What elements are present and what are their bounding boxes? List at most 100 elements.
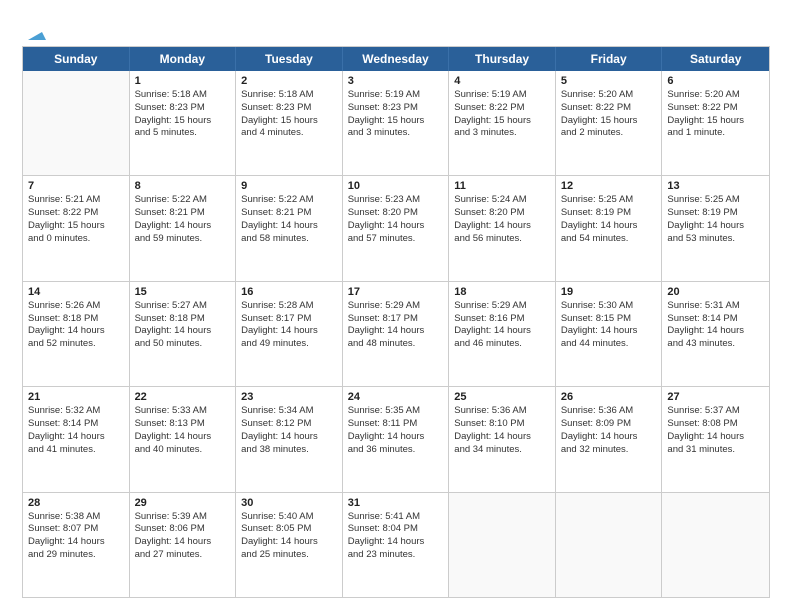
- day-number: 22: [135, 391, 231, 403]
- cell-line1: Sunrise: 5:21 AM: [28, 194, 124, 207]
- cell-line2: Sunset: 8:14 PM: [667, 313, 764, 326]
- header-day-thursday: Thursday: [449, 47, 556, 71]
- calendar-cell-r2c0: 14Sunrise: 5:26 AMSunset: 8:18 PMDayligh…: [23, 282, 130, 386]
- cell-line2: Sunset: 8:14 PM: [28, 418, 124, 431]
- calendar-cell-r4c5: [556, 493, 663, 597]
- day-number: 2: [241, 75, 337, 87]
- day-number: 16: [241, 286, 337, 298]
- calendar-cell-r4c3: 31Sunrise: 5:41 AMSunset: 8:04 PMDayligh…: [343, 493, 450, 597]
- calendar-cell-r0c2: 2Sunrise: 5:18 AMSunset: 8:23 PMDaylight…: [236, 71, 343, 175]
- day-number: 29: [135, 497, 231, 509]
- cell-line4: and 57 minutes.: [348, 233, 444, 246]
- cell-line2: Sunset: 8:07 PM: [28, 523, 124, 536]
- cell-line1: Sunrise: 5:28 AM: [241, 300, 337, 313]
- cell-line1: Sunrise: 5:18 AM: [135, 89, 231, 102]
- day-number: 31: [348, 497, 444, 509]
- cell-line3: Daylight: 14 hours: [561, 325, 657, 338]
- cell-line3: Daylight: 14 hours: [454, 220, 550, 233]
- calendar-cell-r1c0: 7Sunrise: 5:21 AMSunset: 8:22 PMDaylight…: [23, 176, 130, 280]
- calendar-row-4: 28Sunrise: 5:38 AMSunset: 8:07 PMDayligh…: [23, 493, 769, 597]
- day-number: 10: [348, 180, 444, 192]
- cell-line3: Daylight: 15 hours: [241, 115, 337, 128]
- day-number: 15: [135, 286, 231, 298]
- cell-line2: Sunset: 8:16 PM: [454, 313, 550, 326]
- header: [22, 18, 770, 40]
- cell-line4: and 36 minutes.: [348, 444, 444, 457]
- calendar-row-1: 7Sunrise: 5:21 AMSunset: 8:22 PMDaylight…: [23, 176, 769, 281]
- day-number: 9: [241, 180, 337, 192]
- cell-line3: Daylight: 14 hours: [28, 431, 124, 444]
- cell-line2: Sunset: 8:19 PM: [561, 207, 657, 220]
- cell-line1: Sunrise: 5:36 AM: [561, 405, 657, 418]
- cell-line3: Daylight: 15 hours: [348, 115, 444, 128]
- cell-line1: Sunrise: 5:29 AM: [348, 300, 444, 313]
- logo: [22, 22, 46, 40]
- day-number: 28: [28, 497, 124, 509]
- cell-line3: Daylight: 14 hours: [135, 536, 231, 549]
- cell-line4: and 53 minutes.: [667, 233, 764, 246]
- cell-line4: and 34 minutes.: [454, 444, 550, 457]
- cell-line1: Sunrise: 5:27 AM: [135, 300, 231, 313]
- calendar-cell-r3c0: 21Sunrise: 5:32 AMSunset: 8:14 PMDayligh…: [23, 387, 130, 491]
- cell-line2: Sunset: 8:22 PM: [454, 102, 550, 115]
- day-number: 27: [667, 391, 764, 403]
- cell-line2: Sunset: 8:22 PM: [667, 102, 764, 115]
- calendar-cell-r1c6: 13Sunrise: 5:25 AMSunset: 8:19 PMDayligh…: [662, 176, 769, 280]
- cell-line4: and 31 minutes.: [667, 444, 764, 457]
- cell-line4: and 29 minutes.: [28, 549, 124, 562]
- cell-line1: Sunrise: 5:20 AM: [667, 89, 764, 102]
- cell-line4: and 43 minutes.: [667, 338, 764, 351]
- cell-line4: and 40 minutes.: [135, 444, 231, 457]
- day-number: 8: [135, 180, 231, 192]
- calendar-cell-r3c4: 25Sunrise: 5:36 AMSunset: 8:10 PMDayligh…: [449, 387, 556, 491]
- cell-line1: Sunrise: 5:23 AM: [348, 194, 444, 207]
- cell-line1: Sunrise: 5:22 AM: [241, 194, 337, 207]
- cell-line4: and 48 minutes.: [348, 338, 444, 351]
- header-day-monday: Monday: [130, 47, 237, 71]
- cell-line3: Daylight: 14 hours: [348, 431, 444, 444]
- header-day-tuesday: Tuesday: [236, 47, 343, 71]
- calendar-cell-r2c3: 17Sunrise: 5:29 AMSunset: 8:17 PMDayligh…: [343, 282, 450, 386]
- calendar-row-3: 21Sunrise: 5:32 AMSunset: 8:14 PMDayligh…: [23, 387, 769, 492]
- page: SundayMondayTuesdayWednesdayThursdayFrid…: [0, 0, 792, 612]
- cell-line1: Sunrise: 5:29 AM: [454, 300, 550, 313]
- day-number: 3: [348, 75, 444, 87]
- cell-line4: and 1 minute.: [667, 127, 764, 140]
- cell-line2: Sunset: 8:20 PM: [454, 207, 550, 220]
- cell-line3: Daylight: 14 hours: [454, 325, 550, 338]
- calendar-cell-r3c3: 24Sunrise: 5:35 AMSunset: 8:11 PMDayligh…: [343, 387, 450, 491]
- day-number: 23: [241, 391, 337, 403]
- cell-line4: and 2 minutes.: [561, 127, 657, 140]
- cell-line4: and 38 minutes.: [241, 444, 337, 457]
- cell-line3: Daylight: 14 hours: [135, 220, 231, 233]
- cell-line1: Sunrise: 5:19 AM: [454, 89, 550, 102]
- cell-line2: Sunset: 8:23 PM: [241, 102, 337, 115]
- cell-line2: Sunset: 8:17 PM: [241, 313, 337, 326]
- calendar-cell-r0c6: 6Sunrise: 5:20 AMSunset: 8:22 PMDaylight…: [662, 71, 769, 175]
- cell-line3: Daylight: 14 hours: [348, 220, 444, 233]
- cell-line4: and 44 minutes.: [561, 338, 657, 351]
- cell-line2: Sunset: 8:19 PM: [667, 207, 764, 220]
- day-number: 6: [667, 75, 764, 87]
- cell-line1: Sunrise: 5:26 AM: [28, 300, 124, 313]
- cell-line4: and 59 minutes.: [135, 233, 231, 246]
- cell-line2: Sunset: 8:23 PM: [348, 102, 444, 115]
- calendar-cell-r1c3: 10Sunrise: 5:23 AMSunset: 8:20 PMDayligh…: [343, 176, 450, 280]
- cell-line2: Sunset: 8:10 PM: [454, 418, 550, 431]
- cell-line4: and 5 minutes.: [135, 127, 231, 140]
- calendar-cell-r0c5: 5Sunrise: 5:20 AMSunset: 8:22 PMDaylight…: [556, 71, 663, 175]
- cell-line3: Daylight: 14 hours: [667, 431, 764, 444]
- calendar-cell-r4c2: 30Sunrise: 5:40 AMSunset: 8:05 PMDayligh…: [236, 493, 343, 597]
- cell-line4: and 27 minutes.: [135, 549, 231, 562]
- calendar-cell-r2c6: 20Sunrise: 5:31 AMSunset: 8:14 PMDayligh…: [662, 282, 769, 386]
- cell-line2: Sunset: 8:21 PM: [135, 207, 231, 220]
- cell-line1: Sunrise: 5:25 AM: [667, 194, 764, 207]
- cell-line4: and 23 minutes.: [348, 549, 444, 562]
- cell-line3: Daylight: 14 hours: [28, 536, 124, 549]
- cell-line1: Sunrise: 5:37 AM: [667, 405, 764, 418]
- day-number: 14: [28, 286, 124, 298]
- cell-line2: Sunset: 8:23 PM: [135, 102, 231, 115]
- cell-line1: Sunrise: 5:35 AM: [348, 405, 444, 418]
- header-day-wednesday: Wednesday: [343, 47, 450, 71]
- calendar-cell-r2c1: 15Sunrise: 5:27 AMSunset: 8:18 PMDayligh…: [130, 282, 237, 386]
